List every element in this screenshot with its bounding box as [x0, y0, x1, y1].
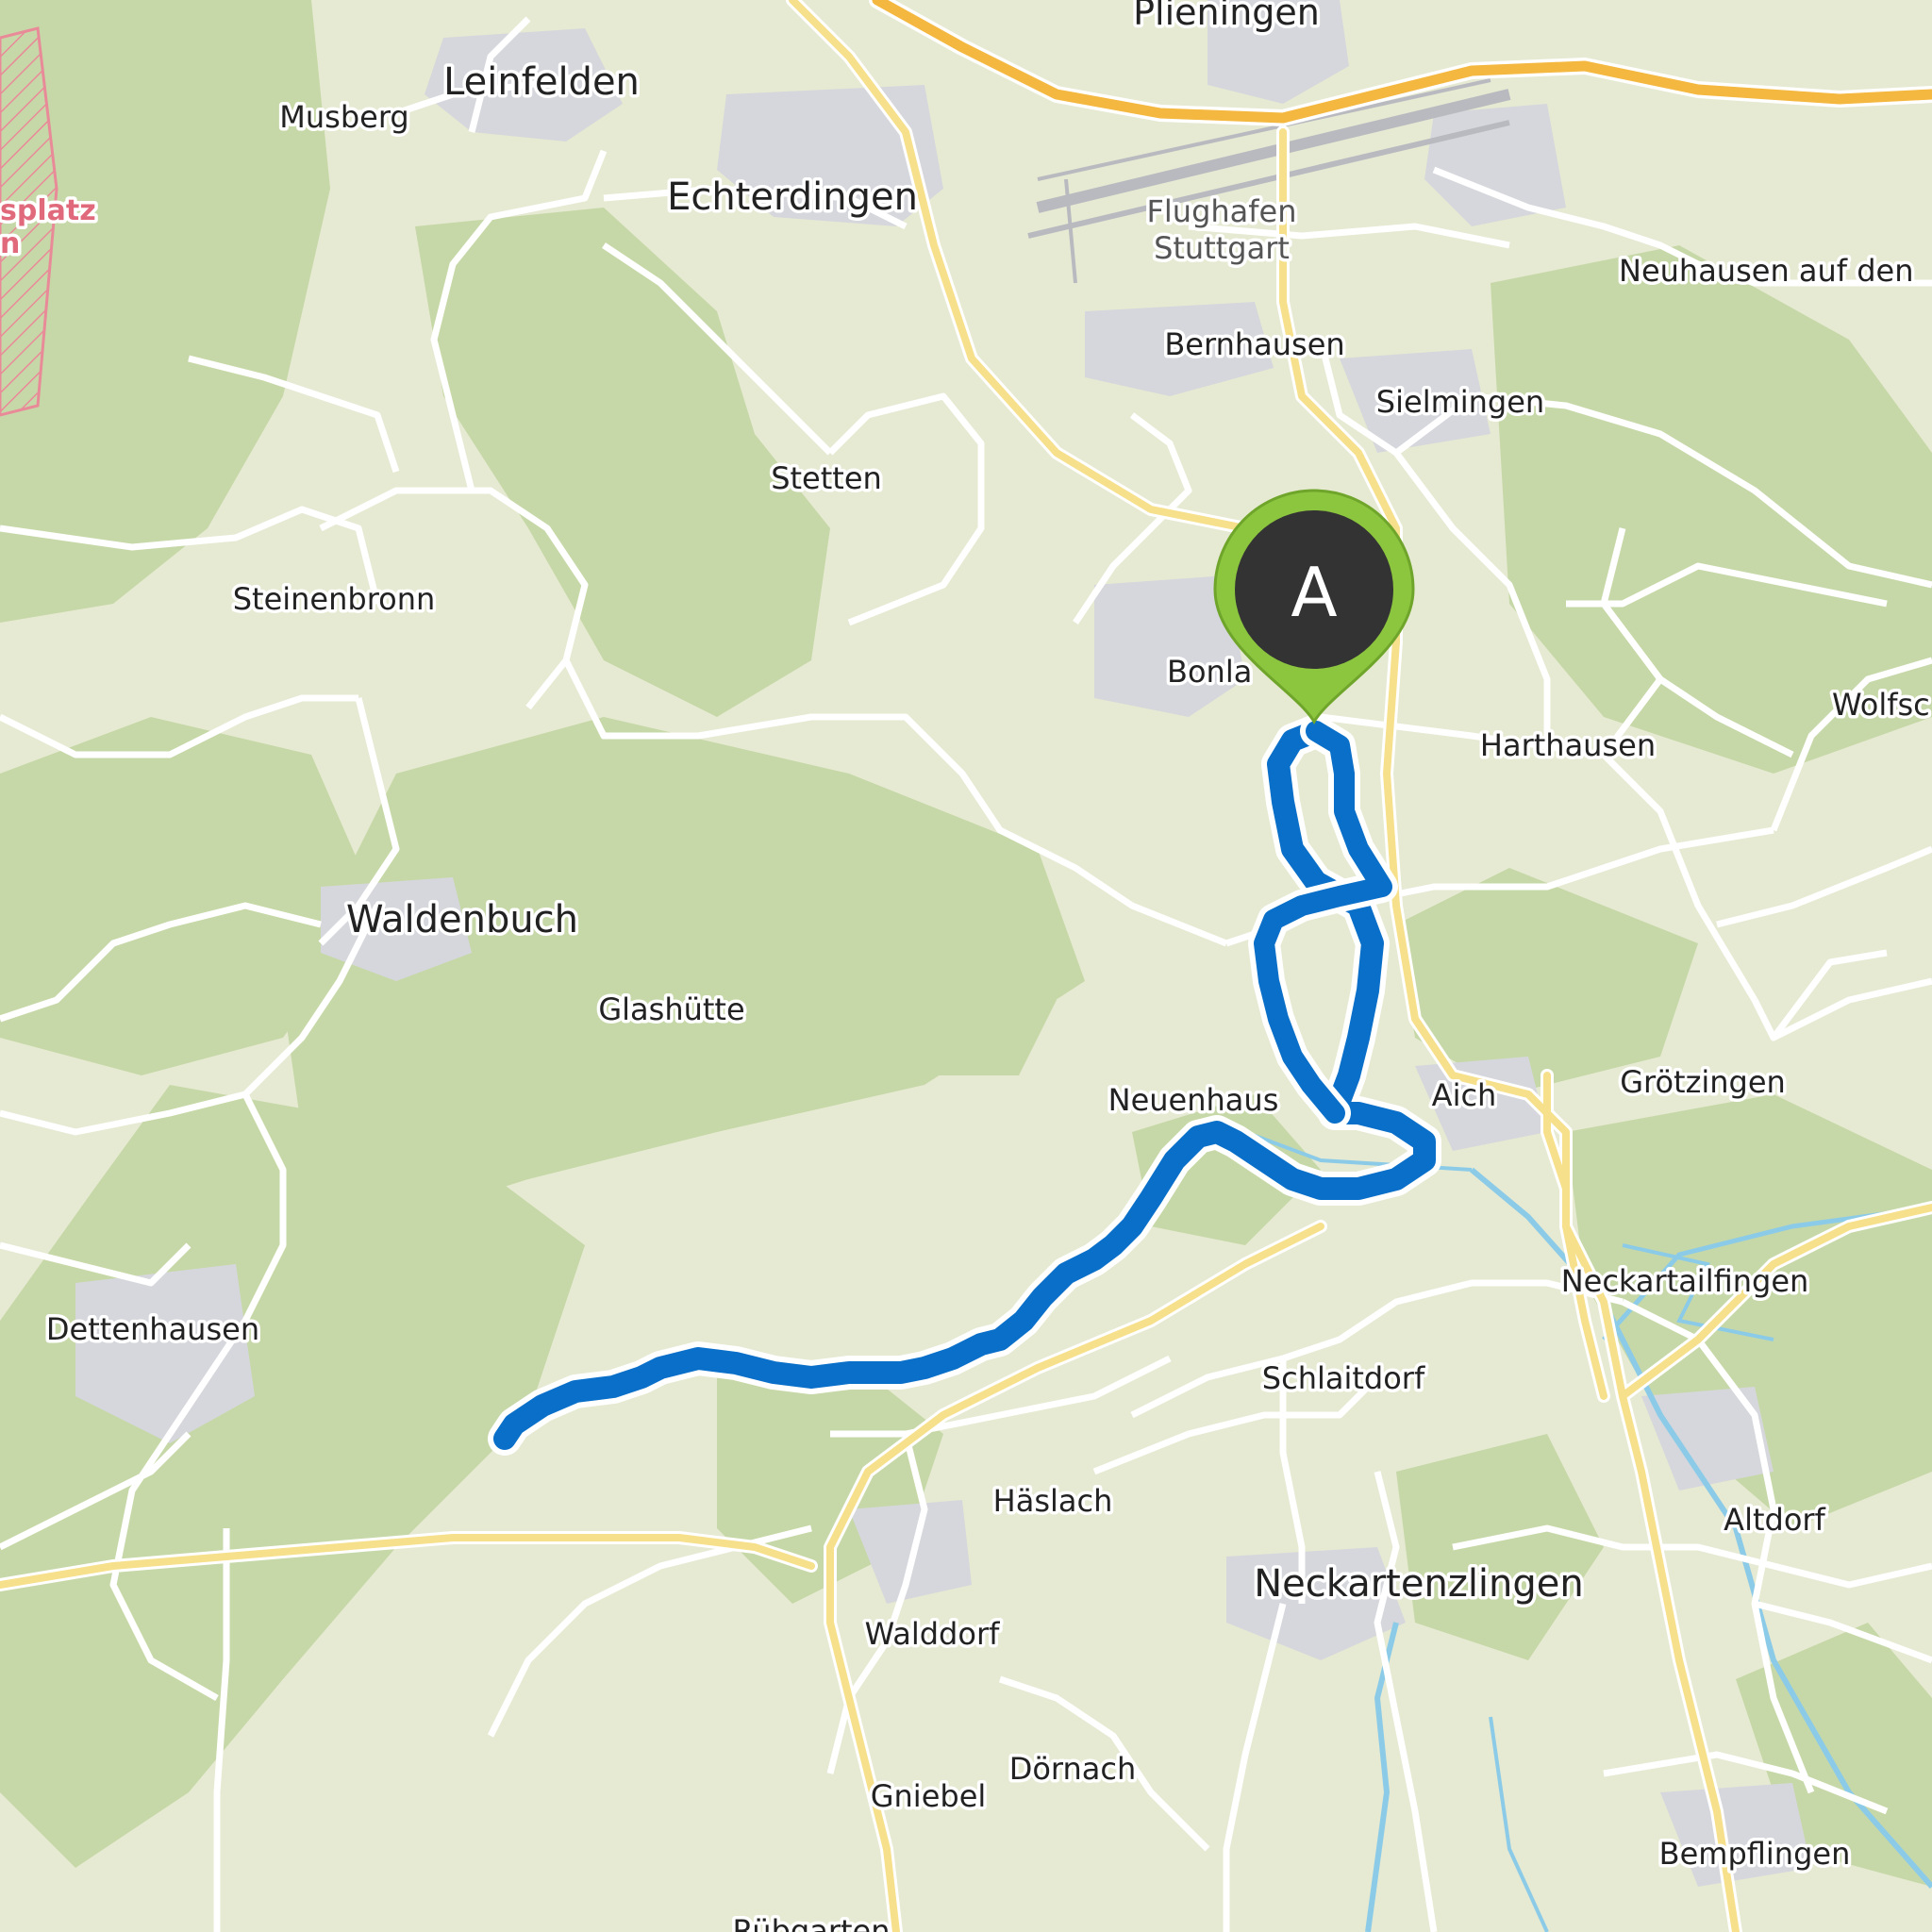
military-area-label-line1: splatz [0, 194, 96, 227]
place-label-stetten: Stetten [771, 460, 882, 496]
place-label-neuhausen: Neuhausen auf den [1619, 253, 1914, 289]
place-label-glashuette: Glashütte [598, 991, 744, 1027]
place-label-neuenhaus: Neuenhaus [1108, 1082, 1279, 1118]
place-label-doernach: Dörnach [1009, 1751, 1137, 1787]
place-label-altdorf: Altdorf [1724, 1502, 1825, 1538]
place-label-harthausen: Harthausen [1480, 727, 1656, 763]
place-label-groetzingen: Grötzingen [1620, 1064, 1786, 1100]
place-label-haeslach: Häslach [993, 1483, 1113, 1519]
place-label-dettenhausen: Dettenhausen [46, 1311, 259, 1347]
place-label-walddorf: Walddorf [865, 1616, 1000, 1652]
place-label-sielmingen: Sielmingen [1376, 384, 1544, 420]
place-label-aich: Aich [1432, 1077, 1497, 1113]
place-label-bempflingen: Bempflingen [1659, 1836, 1851, 1872]
place-label-ruebgarten: Rübgarten [733, 1913, 891, 1932]
place-label-steinenbronn: Steinenbronn [233, 581, 436, 617]
place-label-leinfelden: Leinfelden [443, 60, 640, 104]
place-label-airport-line1: Flughafen [1146, 193, 1296, 229]
place-label-neckartailfingen: Neckartailfingen [1561, 1263, 1809, 1299]
place-label-plieningen: Plieningen [1133, 0, 1320, 33]
place-label-bernhausen: Bernhausen [1164, 326, 1344, 362]
start-marker-label: A [1291, 553, 1337, 632]
map-canvas[interactable]: Plieningen Leinfelden Musberg Echterding… [0, 0, 1932, 1932]
place-label-schlaitdorf: Schlaitdorf [1262, 1360, 1425, 1396]
place-label-neckartenzlingen: Neckartenzlingen [1254, 1562, 1584, 1606]
military-area-label-line2: n [0, 227, 20, 260]
place-label-airport-line2: Stuttgart [1154, 230, 1290, 266]
place-label-echterdingen: Echterdingen [667, 175, 918, 219]
place-label-bonlanden: Bonla [1167, 654, 1252, 690]
place-label-wolfschlugen: Wolfsc [1832, 687, 1930, 723]
place-label-gniebel: Gniebel [871, 1778, 987, 1814]
place-label-waldenbuch: Waldenbuch [346, 898, 578, 941]
place-label-musberg: Musberg [279, 99, 408, 135]
hiking-route-map[interactable]: Plieningen Leinfelden Musberg Echterding… [0, 0, 1932, 1932]
